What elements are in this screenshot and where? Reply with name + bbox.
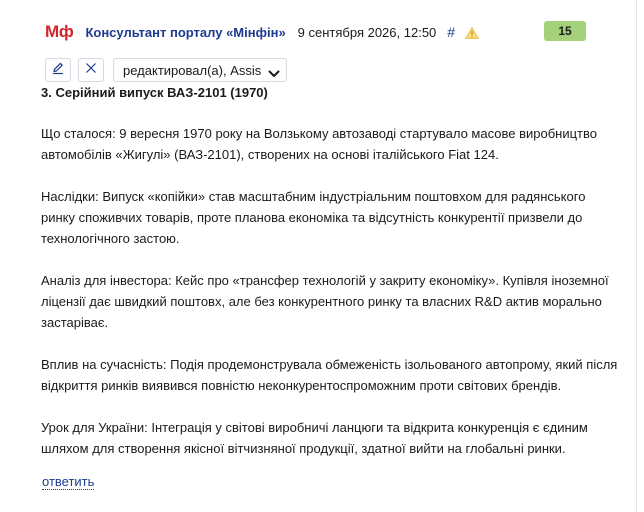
paragraph-lesson-ukraine: Урок для України: Інтеграція у світові в… [41, 420, 588, 456]
pencil-icon [51, 61, 65, 80]
edit-history-select[interactable]: редактировал(а), Assis [113, 58, 288, 82]
moderation-toolbar: редактировал(а), Assis [45, 58, 288, 82]
comment-anchor-link[interactable]: # [447, 24, 455, 40]
comment-post: Мф Консультант порталу «Мінфін» 9 сентяб… [0, 0, 644, 512]
comment-body: 3. Серійний випуск ВАЗ-2101 (1970) Що ст… [41, 84, 621, 480]
paragraph-what-happened: Що сталося: 9 вересня 1970 року на Волзь… [41, 126, 597, 162]
comment-title: 3. Серійний випуск ВАЗ-2101 (1970) [41, 85, 268, 100]
author-logo: Мф [45, 22, 74, 41]
rating-badge: 15 [544, 21, 586, 41]
reply-link[interactable]: ответить [42, 474, 95, 490]
post-border [636, 0, 637, 512]
author-name-link[interactable]: Консультант порталу «Мінфін» [85, 25, 285, 40]
paragraph-consequences: Наслідки: Випуск «копійки» став масштабн… [41, 189, 586, 246]
edit-button[interactable] [45, 58, 71, 82]
comment-header: Мф Консультант порталу «Мінфін» 9 сентяб… [45, 20, 480, 44]
warning-icon[interactable] [464, 26, 480, 39]
paragraph-investor-analysis: Аналіз для інвестора: Кейс про «трансфер… [41, 273, 609, 330]
edit-history-label: редактировал(а), Assis [123, 62, 262, 78]
paragraph-modern-impact: Вплив на сучасність: Подія продемонструв… [41, 357, 618, 393]
close-icon [84, 61, 98, 80]
comment-date: 9 сентября 2026, 12:50 [297, 24, 437, 40]
chevron-down-icon [268, 66, 280, 77]
delete-button[interactable] [78, 58, 104, 82]
